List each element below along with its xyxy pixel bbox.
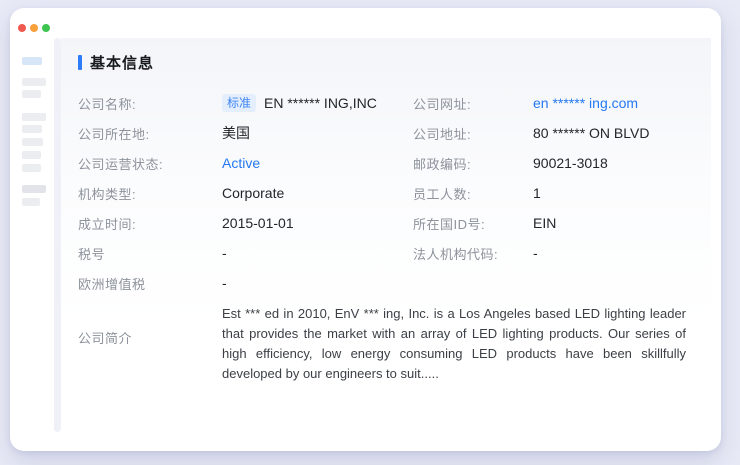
field-label: 公司名称: <box>78 94 222 113</box>
field-value: 80 ****** ON BLVD <box>533 125 691 141</box>
page-title: 基本信息 <box>90 52 154 73</box>
field-label: 所在国ID号: <box>413 214 533 233</box>
field-value: 90021-3018 <box>533 155 691 171</box>
company-description-row: 公司简介Est *** ed in 2010, EnV *** ing, Inc… <box>78 304 691 384</box>
info-row: 机构类型:Corporate 员工人数:1 <box>78 178 691 208</box>
value-text: Corporate <box>222 185 284 201</box>
field-value: en ****** ing.com <box>533 95 691 111</box>
close-dot <box>18 24 26 32</box>
info-row: 公司所在地:美国 公司地址:80 ****** ON BLVD <box>78 118 691 148</box>
value-text: - <box>222 245 227 261</box>
sidebar-divider <box>54 38 61 432</box>
field-value: 1 <box>533 185 691 201</box>
field-label: 公司运营状态: <box>78 154 222 173</box>
field-label: 税号 <box>78 244 222 263</box>
value-text: 2015-01-01 <box>222 215 294 231</box>
value-link[interactable]: en ****** ing.com <box>533 95 638 111</box>
sidebar-skeleton-item <box>22 151 41 159</box>
sidebar-skeleton-item <box>22 78 46 86</box>
field-value: 美国 <box>222 123 413 143</box>
info-row: 公司名称:标准 EN ****** ING,INC 公司网址:en ****** i… <box>78 88 691 118</box>
field-label: 机构类型: <box>78 184 222 203</box>
field-label: 法人机构代码: <box>413 244 533 263</box>
field-value: 2015-01-01 <box>222 215 413 231</box>
title-accent-bar <box>78 55 82 70</box>
value-link[interactable]: Active <box>222 155 260 171</box>
minimize-dot <box>30 24 38 32</box>
field-label: 公司地址: <box>413 124 533 143</box>
info-row: 欧洲增值税- <box>78 268 691 298</box>
standard-badge: 标准 <box>222 94 256 112</box>
field-value: Active <box>222 155 413 171</box>
sidebar-skeleton-item <box>22 113 46 121</box>
page-background: { "window": { "dots": [ { "name": "close… <box>0 0 740 465</box>
field-label: 公司简介 <box>78 304 222 347</box>
zoom-dot <box>42 24 50 32</box>
basic-info-panel: 基本信息 公司名称:标准 EN ****** ING,INC 公司网址:en ***… <box>61 38 711 432</box>
field-label: 成立时间: <box>78 214 222 233</box>
field-value: 标准 EN ****** ING,INC <box>222 94 413 112</box>
sidebar-skeleton-item <box>22 198 40 206</box>
sidebar-skeleton-item <box>22 138 43 146</box>
field-label: 员工人数: <box>413 184 533 203</box>
sidebar-skeleton-item <box>22 90 41 98</box>
field-value: - <box>533 245 691 261</box>
info-row: 公司运营状态:Active 邮政编码:90021-3018 <box>78 148 691 178</box>
info-row: 税号-法人机构代码:- <box>78 238 691 268</box>
info-row: 成立时间:2015-01-01 所在国ID号:EIN <box>78 208 691 238</box>
value-text: EN ****** ING,INC <box>264 95 377 111</box>
value-text: - <box>222 275 227 291</box>
field-value: Corporate <box>222 185 413 201</box>
sidebar-skeleton-item-active <box>22 57 42 65</box>
field-value: - <box>222 245 413 261</box>
sidebar-skeleton-item <box>22 125 42 133</box>
company-description-text: Est *** ed in 2010, EnV *** ing, Inc. is… <box>222 304 686 384</box>
value-text: 80 ****** ON BLVD <box>533 125 649 141</box>
value-text: 90021-3018 <box>533 155 608 171</box>
value-text: EIN <box>533 215 556 231</box>
field-value: EIN <box>533 215 691 231</box>
sidebar-skeleton-item <box>22 185 46 193</box>
section-header: 基本信息 <box>78 52 154 73</box>
value-text: - <box>533 245 538 261</box>
window-controls <box>18 24 50 32</box>
browser-window: 基本信息 公司名称:标准 EN ****** ING,INC 公司网址:en ***… <box>10 8 721 451</box>
field-label: 公司网址: <box>413 94 533 113</box>
field-label: 邮政编码: <box>413 154 533 173</box>
field-value: - <box>222 275 413 291</box>
value-text: 1 <box>533 185 541 201</box>
value-text: 美国 <box>222 125 250 141</box>
sidebar-skeleton-item <box>22 164 41 172</box>
field-label: 公司所在地: <box>78 124 222 143</box>
info-rows: 公司名称:标准 EN ****** ING,INC 公司网址:en ****** i… <box>78 88 691 384</box>
field-label: 欧洲增值税 <box>78 274 222 293</box>
